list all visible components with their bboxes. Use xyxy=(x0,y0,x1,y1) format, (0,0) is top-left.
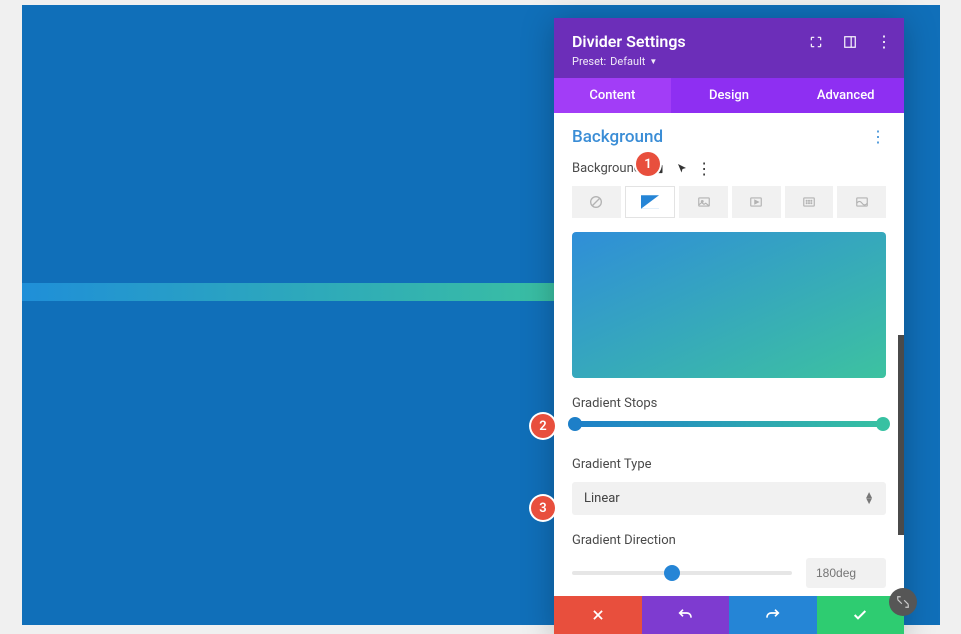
bg-type-color[interactable] xyxy=(572,186,621,218)
resize-handle-icon[interactable] xyxy=(889,588,917,616)
gradient-stop-left[interactable] xyxy=(568,417,582,431)
kebab-menu-icon[interactable]: ⋮ xyxy=(876,34,892,50)
gradient-stop-right[interactable] xyxy=(876,417,890,431)
scrollbar[interactable] xyxy=(898,335,904,535)
callout-badge-3: 3 xyxy=(531,496,555,520)
field-menu-icon[interactable]: ⋮ xyxy=(697,162,711,176)
tab-advanced[interactable]: Advanced xyxy=(787,78,904,113)
gradient-stops-slider[interactable] xyxy=(572,421,886,427)
preset-value: Default xyxy=(610,55,645,68)
panel-footer xyxy=(554,596,904,634)
divider-module-preview[interactable] xyxy=(22,283,554,301)
undo-button[interactable] xyxy=(642,596,730,634)
background-label: Background xyxy=(572,161,641,176)
gradient-type-value: Linear xyxy=(584,491,620,506)
callout-badge-2: 2 xyxy=(531,414,555,438)
tab-bar: Content Design Advanced xyxy=(554,78,904,113)
bg-type-video[interactable] xyxy=(732,186,781,218)
cancel-button[interactable] xyxy=(554,596,642,634)
select-caret-icon: ▲▼ xyxy=(864,493,874,505)
slider-thumb[interactable] xyxy=(664,565,680,581)
callout-badge-1: 1 xyxy=(636,152,660,176)
settings-panel: Divider Settings Preset: Default ▼ ⋮ Con… xyxy=(554,18,904,634)
snap-panel-icon[interactable] xyxy=(842,34,858,50)
bg-type-gradient[interactable] xyxy=(625,186,676,218)
gradient-stops-label: Gradient Stops xyxy=(572,396,886,411)
gradient-direction-slider[interactable] xyxy=(572,571,792,575)
bg-type-mask[interactable] xyxy=(837,186,886,218)
expand-icon[interactable] xyxy=(808,34,824,50)
bg-type-pattern[interactable] xyxy=(785,186,834,218)
tab-design[interactable]: Design xyxy=(671,78,788,113)
section-title-background[interactable]: Background xyxy=(572,127,663,147)
bg-type-image[interactable] xyxy=(679,186,728,218)
section-menu-icon[interactable]: ⋮ xyxy=(870,129,886,145)
panel-preset[interactable]: Preset: Default ▼ xyxy=(572,55,886,68)
preset-label: Preset: xyxy=(572,55,606,68)
gradient-preview[interactable] xyxy=(572,232,886,378)
chevron-down-icon: ▼ xyxy=(649,57,657,66)
gradient-type-label: Gradient Type xyxy=(572,457,886,472)
gradient-type-select[interactable]: Linear ▲▼ xyxy=(572,482,886,515)
tab-content[interactable]: Content xyxy=(554,78,671,113)
header-icon-group: ⋮ xyxy=(808,34,892,50)
panel-body: Background ⋮ Background ⋮ xyxy=(554,113,904,596)
gradient-direction-label: Gradient Direction xyxy=(572,533,886,548)
panel-header: Divider Settings Preset: Default ▼ ⋮ xyxy=(554,18,904,78)
background-type-tabs xyxy=(572,186,886,218)
gradient-direction-input[interactable] xyxy=(806,558,886,588)
hover-cursor-icon[interactable] xyxy=(675,162,689,176)
redo-button[interactable] xyxy=(729,596,817,634)
